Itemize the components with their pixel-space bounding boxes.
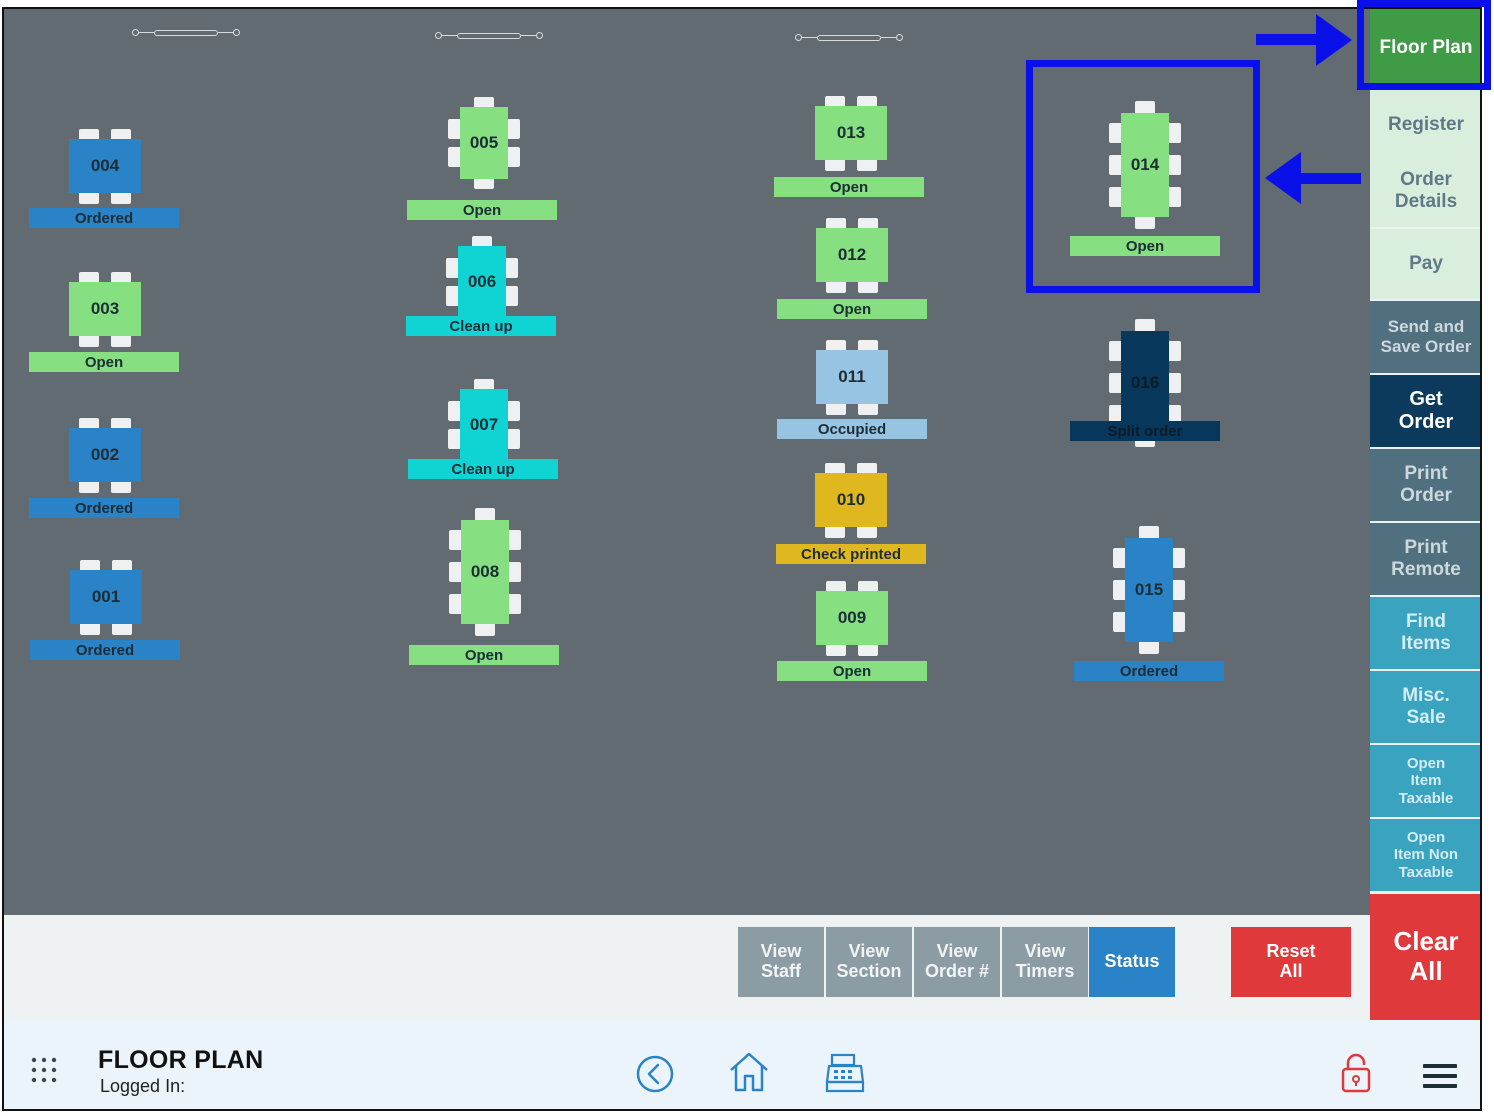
status-button[interactable]: Status [1089, 927, 1175, 997]
chair [504, 286, 518, 306]
table-status-label: Ordered [29, 498, 179, 518]
print-remote-button[interactable]: Print Remote [1370, 523, 1480, 595]
col-1-divider [132, 29, 240, 37]
table-009[interactable]: 009 [816, 581, 888, 657]
chair [1171, 580, 1185, 600]
table-status-label: Clean up [408, 459, 558, 479]
table-status-label: Ordered [1074, 661, 1224, 681]
order-details-button[interactable]: Order Details [1370, 155, 1480, 227]
table-status-label: Ordered [30, 640, 180, 660]
clear-all-button[interactable]: Clear All [1370, 894, 1480, 1020]
table-number: 016 [1121, 331, 1169, 435]
chair [507, 562, 521, 582]
table-status-label: Occupied [777, 419, 927, 439]
table-006[interactable]: 006 [446, 236, 518, 328]
chair [507, 530, 521, 550]
chair [1139, 641, 1159, 654]
table-005[interactable]: 005 [448, 97, 520, 189]
table-number: 010 [815, 473, 887, 527]
table-number: 006 [458, 246, 506, 318]
open-item-non-taxable-button[interactable]: Open Item Non Taxable [1370, 819, 1480, 891]
annotation-box-floor-plan [1357, 0, 1491, 90]
send-and-save-order-button[interactable]: Send and Save Order [1370, 301, 1480, 373]
table-status-label: Split order [1070, 421, 1220, 441]
annotation-arrow-right-icon [1256, 12, 1356, 68]
table-number: 003 [69, 282, 141, 336]
annotation-box-table-014 [1026, 60, 1260, 293]
table-010[interactable]: 010 [815, 463, 887, 539]
reset-all-button[interactable]: Reset All [1231, 927, 1351, 997]
table-013[interactable]: 013 [815, 96, 887, 172]
table-number: 013 [815, 106, 887, 160]
table-number: 009 [816, 591, 888, 645]
bottom-toolbar: View Staff View Section View Order # Vie… [4, 915, 1370, 1021]
table-status-label: Open [777, 299, 927, 319]
footer-bar: FLOOR PLAN Logged In: [4, 1020, 1480, 1109]
table-status-label: Open [407, 200, 557, 220]
chair [1171, 548, 1185, 568]
table-number: 011 [816, 350, 888, 404]
print-order-button[interactable]: Print Order [1370, 449, 1480, 521]
apps-grid-icon[interactable] [30, 1056, 58, 1084]
chair [506, 401, 520, 421]
table-011[interactable]: 011 [816, 340, 888, 416]
app-window: 004 Ordered 003 Open 002 Ordered 001 Ordered 005… [2, 7, 1482, 1111]
open-item-taxable-button[interactable]: Open Item Taxable [1370, 745, 1480, 817]
lock-icon[interactable] [1340, 1052, 1372, 1094]
table-status-label: Open [777, 661, 927, 681]
col-2-divider [435, 32, 543, 40]
table-012[interactable]: 012 [816, 218, 888, 294]
chair [475, 623, 495, 636]
col-3-divider [795, 34, 903, 42]
table-status-label: Ordered [29, 208, 179, 228]
table-number: 012 [816, 228, 888, 282]
chair [504, 258, 518, 278]
table-number: 007 [460, 389, 508, 461]
table-007[interactable]: 007 [448, 379, 520, 471]
table-015[interactable]: 015 [1113, 526, 1185, 654]
annotation-arrow-left-icon [1263, 150, 1361, 206]
table-status-label: Open [774, 177, 924, 197]
table-number: 005 [460, 107, 508, 179]
page-title: FLOOR PLAN [98, 1046, 264, 1074]
view-order-number-button[interactable]: View Order # [914, 927, 1000, 997]
logged-in-label: Logged In: [100, 1076, 186, 1096]
table-number: 004 [69, 139, 141, 193]
table-status-label: Open [409, 645, 559, 665]
sidebar: Floor Plan Register Order Details Pay Send a… [1370, 9, 1480, 1020]
home-icon[interactable] [727, 1050, 771, 1094]
chair [1167, 373, 1181, 393]
table-status-label: Check printed [776, 544, 926, 564]
view-timers-button[interactable]: View Timers [1002, 927, 1088, 997]
view-staff-button[interactable]: View Staff [738, 927, 824, 997]
table-status-label: Clean up [406, 316, 556, 336]
back-icon[interactable] [635, 1054, 675, 1094]
table-003[interactable]: 003 [69, 272, 141, 348]
view-section-button[interactable]: View Section [826, 927, 912, 997]
misc-sale-button[interactable]: Misc. Sale [1370, 671, 1480, 743]
table-002[interactable]: 002 [69, 418, 141, 494]
chair [506, 147, 520, 167]
cash-register-icon[interactable] [824, 1052, 866, 1094]
hamburger-menu-icon[interactable] [1423, 1062, 1459, 1090]
table-number: 015 [1125, 538, 1173, 642]
chair [507, 594, 521, 614]
table-status-label: Open [29, 352, 179, 372]
get-order-button[interactable]: Get Order [1370, 375, 1480, 447]
table-number: 001 [70, 570, 142, 624]
chair [1167, 341, 1181, 361]
pay-button[interactable]: Pay [1370, 229, 1480, 299]
table-004[interactable]: 004 [69, 129, 141, 205]
chair [506, 119, 520, 139]
table-008[interactable]: 008 [449, 508, 521, 636]
find-items-button[interactable]: Find Items [1370, 597, 1480, 669]
register-button[interactable]: Register [1370, 89, 1480, 161]
chair [506, 429, 520, 449]
table-number: 008 [461, 520, 509, 624]
table-001[interactable]: 001 [70, 560, 142, 636]
chair [1171, 612, 1185, 632]
table-number: 002 [69, 428, 141, 482]
